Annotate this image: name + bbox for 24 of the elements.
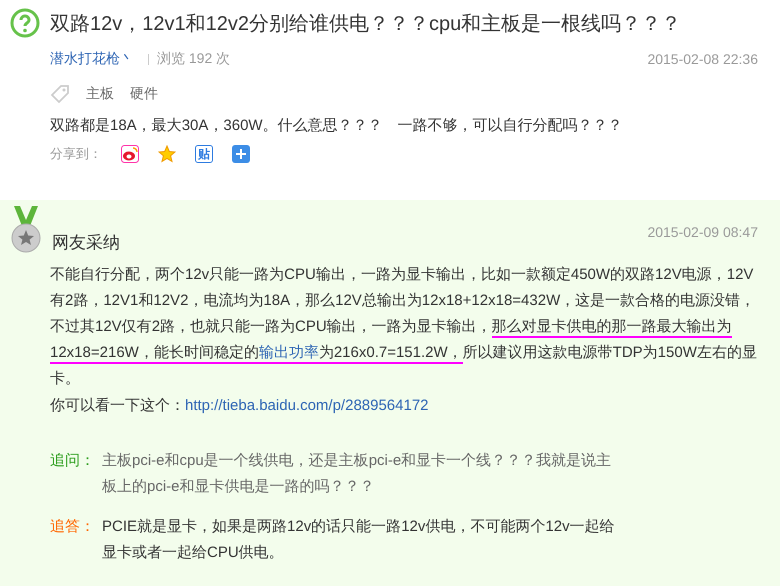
answer-text: 不能自行分配，两个12v只能一路为CPU输出，一路为显卡输出，比如一款额定450W的双路12V电源，12V有2路，12V1和12V2，电流均为18A，那么12V总输出为12x18+12x18=432W，这是一款合格的电源没错，不过其12V仅有2路，也就只能一路为CPU输出，一路为显卡输出，那么对显卡供电的那一路最大输出为12x18=216W，能长时间稳定的输出功率为216x0.7=151.2W，所以建议用这款电源带TDP为150W左右的显卡。 <box>50 265 758 389</box>
weibo-share-icon[interactable] <box>121 145 139 163</box>
reply-text: PCIE就是显卡，如果是两路12v的话只能一路12v供电，不可能两个12v一起给显卡或者一起给CPU供电。 <box>102 517 616 563</box>
url-link[interactable]: http://tieba.baidu.com/p/2889564172 <box>185 394 429 418</box>
link-intro: 你可以看一下这个： <box>50 396 185 416</box>
view-count: 浏览 192 次 <box>157 50 230 68</box>
plus-share-icon[interactable] <box>232 145 250 163</box>
question-title: 双路12v，12v1和12v2分别给谁供电？？？cpu和主板是一根线吗？？？ <box>50 12 682 36</box>
question-text: 双路都是18A，最大30A，360W。什么意思？？？ 一路不够，可以自行分配吗？？？ <box>50 116 624 135</box>
follow-up-label: 追问： <box>50 451 96 471</box>
medal-icon <box>10 206 42 254</box>
question-mark-icon <box>10 8 40 38</box>
question-date: 2015-02-08 22:36 <box>647 51 758 67</box>
tag-link[interactable]: 主板 <box>86 85 114 103</box>
share-label: 分享到： <box>50 145 102 163</box>
tag-icon <box>50 84 70 104</box>
author-link[interactable]: 潜水打花枪丶 <box>50 50 134 68</box>
answer-date: 2015-02-09 08:47 <box>647 224 758 240</box>
tieba-share-icon[interactable]: 贴 <box>195 145 213 163</box>
answer-heading: 网友采纳 <box>52 232 120 254</box>
tag-link[interactable]: 硬件 <box>130 85 158 103</box>
inline-link[interactable]: 输出功率 <box>258 344 319 361</box>
follow-up-text: 主板pci-e和cpu是一个线供电，还是主板pci-e和显卡一个线？？？我就是说主板上的pci-e和显卡供电是一路的吗？？？ <box>102 451 612 497</box>
reply-label: 追答： <box>50 517 96 537</box>
